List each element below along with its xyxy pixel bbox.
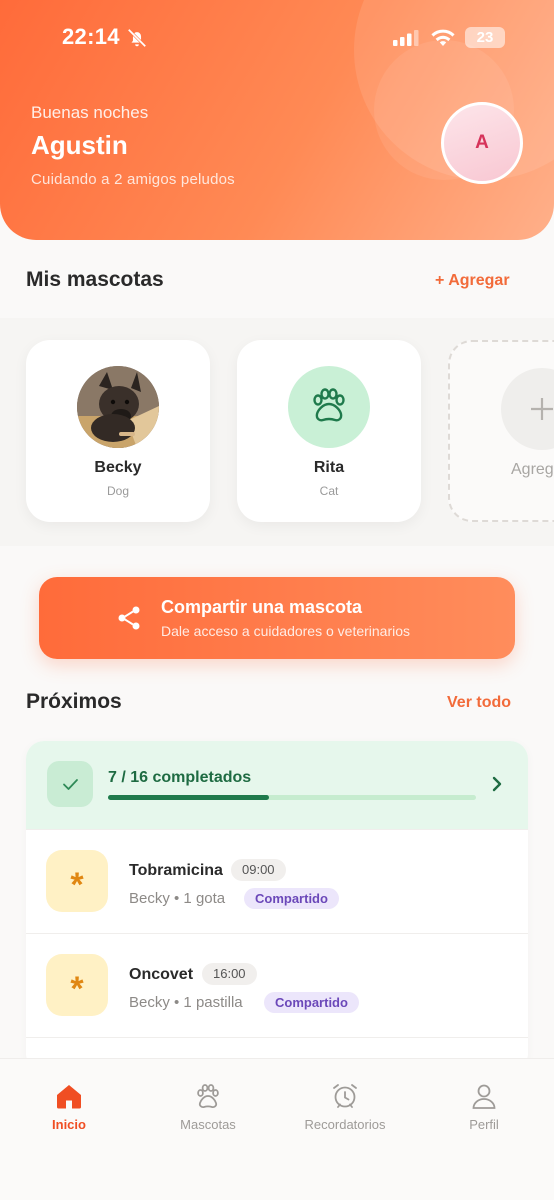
person-icon [472,1084,496,1109]
reminder-title: Tobramicina [129,862,223,879]
nav-reminders[interactable]: Recordatorios [285,1081,405,1132]
shared-badge: Compartido [264,992,359,1013]
pets-section-title: Mis mascotas [26,268,164,291]
nav-home[interactable]: Inicio [9,1081,129,1132]
reminder-detail: Becky • 1 gota [129,890,226,907]
reminder-time: 16:00 [202,963,257,985]
pet-photo-becky [77,366,159,448]
plus-icon [531,398,553,420]
wifi-icon [431,29,455,46]
see-all-link[interactable]: Ver todo [447,694,511,712]
chevron-right-icon [492,776,502,792]
reminder-time: 09:00 [231,859,286,881]
pet-name: Becky [94,459,142,476]
paw-icon [313,388,345,422]
paw-icon [197,1084,219,1108]
reminder-detail: Becky • 1 pastilla [129,994,243,1011]
header-subtitle: Cuidando a 2 amigos peludos [31,171,235,188]
upcoming-section-title: Próximos [26,690,122,713]
reminder-title: Oncovet [129,966,194,983]
bottom-nav: Inicio Mascotas Recordatorios Perfil [0,1058,554,1200]
nav-label: Mascotas [180,1117,236,1132]
progress-bar-fill [108,795,269,800]
add-pet-card[interactable]: Agreg [448,340,554,522]
pet-type: Dog [106,484,129,498]
share-title: Compartir una mascota [161,597,363,617]
pet-card-becky[interactable]: Becky Dog [26,340,210,522]
pet-type: Cat [319,484,339,498]
greeting: Buenas noches [31,103,149,122]
progress-row[interactable]: 7 / 16 completados [26,741,528,829]
pets-carousel[interactable]: Becky Dog Rita Cat Agreg [0,318,554,546]
check-icon [63,779,78,790]
dog-photo-icon [77,366,159,448]
signal-icon [393,30,419,46]
alarm-clock-icon [333,1084,357,1108]
battery-indicator: 23 [465,27,505,48]
progress-bar [108,795,476,800]
status-time: 22:14 [62,24,120,49]
header: 22:14 23 Buenas noches Agustin Cuidando … [0,0,554,240]
check-badge [47,761,93,807]
add-pet-link[interactable]: + Agregar [435,272,510,290]
nav-label: Recordatorios [304,1117,386,1132]
progress-text: 7 / 16 completados [108,769,252,786]
nav-pets[interactable]: Mascotas [148,1081,268,1132]
reminder-row[interactable]: * Oncovet 16:00 Becky • 1 pastilla Compa… [26,933,528,1037]
share-icon [118,606,140,630]
upcoming-list: 7 / 16 completados * Tobramicina 09:00 B… [26,741,528,1071]
medication-asterisk-icon: * [46,850,108,912]
reminder-row[interactable]: * Tobramicina 09:00 Becky • 1 gota Compa… [26,829,528,933]
share-subtitle: Dale acceso a cuidadores o veterinarios [161,623,411,639]
share-pet-button[interactable]: Compartir una mascota Dale acceso a cuid… [39,577,515,659]
add-pet-circle [501,368,554,450]
nav-profile[interactable]: Perfil [424,1081,544,1132]
pet-avatar-rita [288,366,370,448]
bell-off-icon [127,28,147,48]
pet-name: Rita [313,459,345,476]
pet-card-rita[interactable]: Rita Cat [237,340,421,522]
user-name: Agustin [31,130,128,160]
shared-badge: Compartido [244,888,339,909]
add-pet-label: Agreg [511,461,554,478]
medication-asterisk-icon: * [46,954,108,1016]
status-bar: 22:14 23 [0,0,554,76]
home-icon [57,1085,81,1109]
avatar[interactable]: A [441,102,523,184]
nav-label: Inicio [52,1117,86,1132]
nav-label: Perfil [469,1117,499,1132]
